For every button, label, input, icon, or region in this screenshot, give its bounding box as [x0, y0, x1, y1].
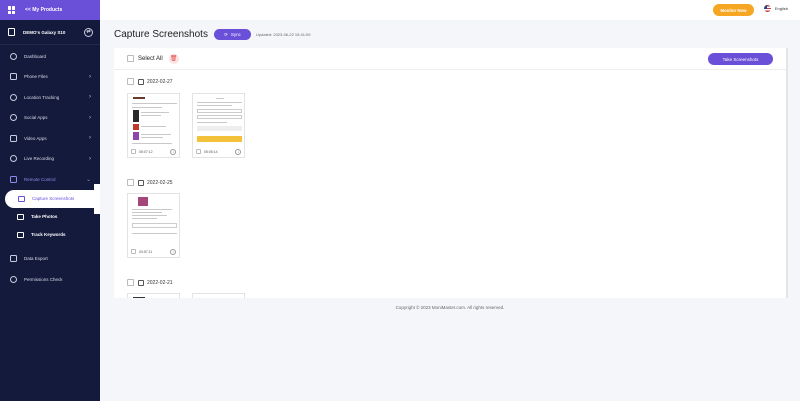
- date-group-header: 2022-02-27: [127, 78, 173, 85]
- download-icon[interactable]: ↓: [235, 148, 241, 155]
- us-flag-icon: [763, 5, 771, 12]
- sidebar-item-video-apps[interactable]: Video Apps ›: [0, 128, 100, 149]
- sidebar-item-label: Permissions Check: [24, 276, 63, 282]
- sidebar: << My Products DEMO's Galaxy S10 ⇄ Dashb…: [0, 0, 100, 401]
- sidebar-item-track-keywords[interactable]: Track Keywords: [0, 226, 100, 244]
- sidebar-item-label: Dashboard: [24, 53, 47, 59]
- date-group-header: 2022-02-21: [127, 279, 173, 286]
- refresh-icon: ⟳: [224, 31, 228, 37]
- sidebar-item-capture-screenshots[interactable]: Capture Screenshots: [5, 189, 100, 208]
- camera-icon: [17, 213, 24, 220]
- chevron-right-icon: ›: [89, 135, 91, 142]
- date-group-header: 2022-02-25: [127, 179, 173, 186]
- select-all-checkbox[interactable]: [127, 55, 134, 62]
- screenshot-thumbnail[interactable]: [129, 195, 178, 248]
- sidebar-item-label: Remote Control: [24, 176, 56, 182]
- my-products-link[interactable]: << My Products: [0, 0, 100, 20]
- sidebar-item-social-apps[interactable]: Social Apps ›: [0, 108, 100, 129]
- keyword-icon: [17, 231, 24, 238]
- screenshot-checkbox[interactable]: [131, 149, 136, 154]
- sync-label: Sync: [230, 32, 241, 37]
- sidebar-item-label: Track Keywords: [31, 232, 66, 237]
- select-all-label[interactable]: Select All: [138, 56, 163, 62]
- chevron-right-icon: ›: [89, 94, 91, 101]
- export-icon: [10, 255, 17, 263]
- device-name: DEMO's Galaxy S10: [23, 29, 66, 35]
- screenshot-card[interactable]: 05:05:14 ↓: [192, 93, 245, 158]
- screenshot-card[interactable]: 00:57:11 ↓: [127, 193, 180, 258]
- copyright: Copyright © 2023 MoniMaster.com. All rig…: [395, 305, 505, 310]
- language-selector[interactable]: English: [763, 5, 788, 12]
- screenshot-checkbox[interactable]: [131, 249, 136, 254]
- screenshot-thumbnail[interactable]: [194, 95, 243, 148]
- screenshot-card[interactable]: [192, 293, 245, 298]
- language-label: English: [774, 6, 788, 11]
- grid-icon: [8, 6, 16, 14]
- chat-icon: [10, 114, 17, 122]
- chevron-right-icon: ›: [89, 114, 91, 121]
- date-group-checkbox[interactable]: [127, 179, 134, 186]
- scrollbar[interactable]: [786, 48, 788, 298]
- sidebar-item-permissions-check[interactable]: Permissions Check: [0, 269, 100, 290]
- sidebar-item-label: Video Apps: [24, 135, 47, 141]
- chevron-right-icon: ›: [89, 73, 91, 80]
- date-label: 2022-02-21: [147, 279, 173, 286]
- panel-toolbar: Select All 🗑 Take Screenshots: [114, 48, 786, 70]
- download-icon[interactable]: ↓: [170, 248, 176, 255]
- chevron-right-icon: ›: [89, 155, 91, 162]
- shield-icon: [10, 275, 17, 283]
- screenshot-card[interactable]: [127, 293, 180, 298]
- sidebar-item-remote-control[interactable]: Remote Control ⌄: [0, 169, 100, 190]
- sidebar-item-label: Location Tracking: [24, 94, 60, 100]
- screenshot-thumbnail[interactable]: [194, 295, 243, 298]
- sidebar-item-take-photos[interactable]: Take Photos: [0, 208, 100, 226]
- device-selector[interactable]: DEMO's Galaxy S10 ⇄: [0, 20, 100, 45]
- date-group-checkbox[interactable]: [127, 78, 134, 85]
- screenshot-time: 05:05:14: [204, 149, 218, 154]
- my-products-label: << My Products: [25, 7, 63, 13]
- take-screenshots-button[interactable]: Take Screenshots: [708, 53, 773, 65]
- screenshot-card[interactable]: 05:07:12 ↓: [127, 93, 180, 158]
- top-bar: Monitor Now English: [100, 0, 800, 20]
- sync-button[interactable]: ⟳ Sync: [214, 29, 251, 40]
- sidebar-item-label: Take Photos: [31, 214, 58, 219]
- sidebar-item-location-tracking[interactable]: Location Tracking ›: [0, 87, 100, 108]
- sidebar-item-dashboard[interactable]: Dashboard: [0, 46, 100, 67]
- switch-device-icon[interactable]: ⇄: [84, 27, 93, 37]
- monitor-now-button[interactable]: Monitor Now: [713, 4, 754, 16]
- calendar-icon: [138, 78, 144, 85]
- dashboard-icon: [10, 52, 17, 60]
- sidebar-item-label: Live Recording: [24, 156, 55, 162]
- sidebar-item-data-export[interactable]: Data Export: [0, 249, 100, 270]
- sidebar-item-label: Capture Screenshots: [32, 196, 75, 201]
- screenshot-checkbox[interactable]: [196, 149, 201, 154]
- last-updated: Updated: 2023-06-22 15:41:09: [256, 32, 311, 37]
- date-group-checkbox[interactable]: [127, 279, 134, 286]
- remote-control-icon: [10, 175, 17, 183]
- trophy-icon: [10, 155, 17, 163]
- phone-icon: [8, 28, 15, 36]
- download-icon[interactable]: ↓: [170, 148, 176, 155]
- screenshots-panel: Select All 🗑 Take Screenshots 2022-02-27…: [114, 48, 786, 298]
- sidebar-item-label: Data Export: [24, 256, 48, 262]
- location-icon: [10, 93, 17, 101]
- screenshot-thumbnail[interactable]: [129, 95, 178, 148]
- screenshot-thumbnail[interactable]: [129, 295, 178, 298]
- date-label: 2022-02-25: [147, 179, 173, 186]
- sidebar-item-label: Phone Files: [24, 74, 48, 80]
- page-title: Capture Screenshots: [114, 29, 208, 40]
- date-label: 2022-02-27: [147, 78, 173, 85]
- chevron-down-icon: ⌄: [85, 176, 91, 183]
- video-icon: [10, 134, 17, 142]
- folder-icon: [10, 73, 17, 81]
- delete-icon[interactable]: 🗑: [168, 53, 179, 64]
- sidebar-item-phone-files[interactable]: Phone Files ›: [0, 67, 100, 88]
- sidebar-item-label: Social Apps: [24, 115, 48, 121]
- calendar-icon: [138, 279, 144, 286]
- calendar-icon: [138, 179, 144, 186]
- crop-icon: [18, 195, 25, 202]
- sidebar-item-live-recording[interactable]: Live Recording ›: [0, 149, 100, 170]
- screenshot-time: 05:07:12: [139, 149, 153, 154]
- screenshot-time: 00:57:11: [139, 249, 153, 254]
